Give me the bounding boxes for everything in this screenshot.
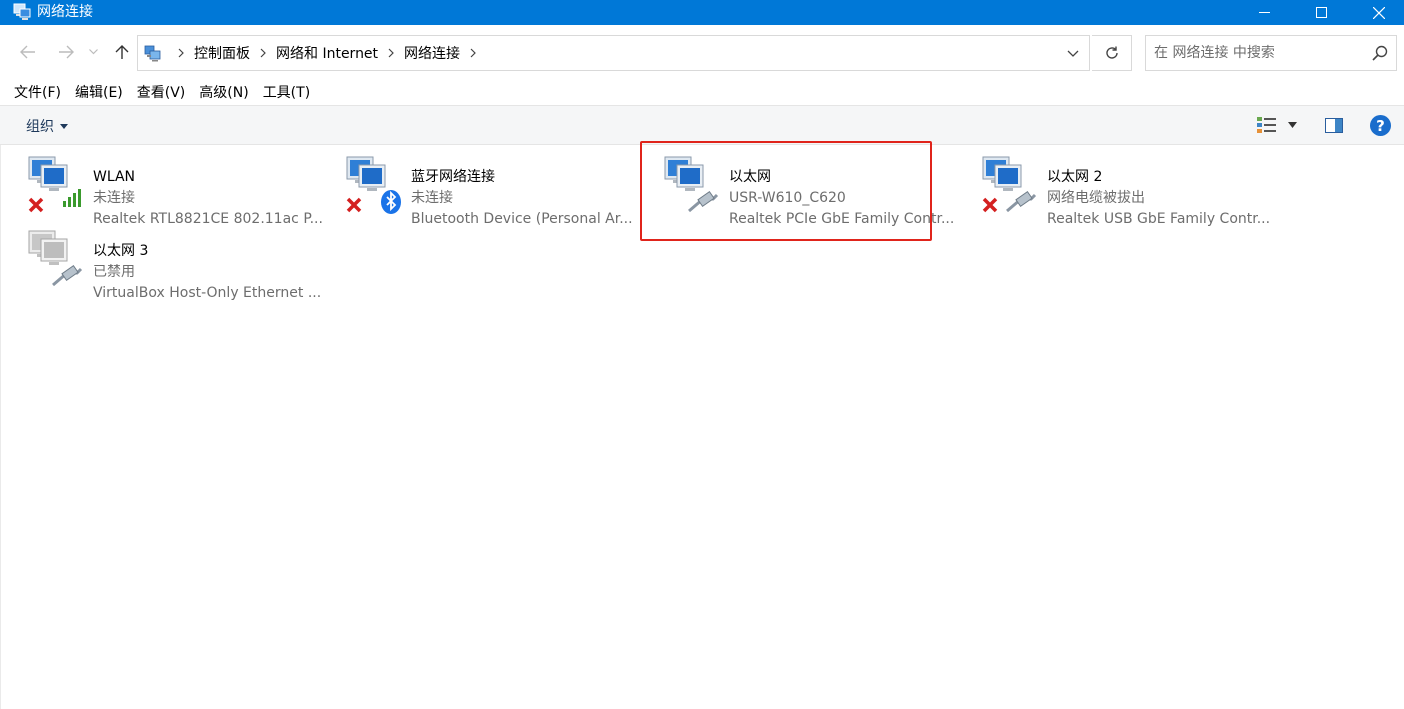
refresh-button[interactable] xyxy=(1092,35,1132,71)
address-dropdown-icon[interactable] xyxy=(1067,48,1079,58)
breadcrumb: 控制面板 网络和 Internet 网络连接 xyxy=(168,36,486,70)
chevron-right-icon[interactable] xyxy=(256,48,270,58)
menu-tools[interactable]: 工具(T) xyxy=(257,81,316,105)
organize-button[interactable]: 组织 xyxy=(26,116,68,136)
chevron-down-icon xyxy=(88,49,98,55)
network-cable-icon xyxy=(52,265,83,287)
connection-name: 以太网 xyxy=(729,169,771,185)
title-bar: 网络连接 xyxy=(0,0,1404,25)
maximize-button[interactable] xyxy=(1292,0,1350,25)
minimize-icon xyxy=(1258,12,1270,13)
red-x-icon xyxy=(346,197,362,213)
connection-status: 网络电缆被拔出 xyxy=(1047,190,1145,206)
breadcrumb-control-panel[interactable]: 控制面板 xyxy=(194,43,250,63)
forward-arrow-icon xyxy=(59,45,74,59)
chevron-right-icon[interactable] xyxy=(174,48,188,58)
refresh-icon xyxy=(1105,46,1118,59)
minimize-button[interactable] xyxy=(1235,0,1293,25)
connection-device: Realtek RTL8821CE 802.11ac P... xyxy=(93,211,323,227)
address-bar[interactable]: 控制面板 网络和 Internet 网络连接 xyxy=(137,35,1090,71)
breadcrumb-network-internet[interactable]: 网络和 Internet xyxy=(276,43,378,63)
up-arrow-icon xyxy=(115,45,129,59)
connection-name: 以太网 2 xyxy=(1047,169,1103,185)
forward-button[interactable] xyxy=(55,41,77,63)
bluetooth-icon xyxy=(381,190,401,214)
chevron-right-icon[interactable] xyxy=(384,48,398,58)
network-cable-icon xyxy=(1006,191,1037,213)
connection-status: 未连接 xyxy=(411,190,453,206)
connection-status: USR-W610_C620 xyxy=(729,190,846,206)
network-cable-icon xyxy=(688,191,719,213)
menu-advanced[interactable]: 高级(N) xyxy=(193,81,254,105)
recent-locations-button[interactable] xyxy=(86,41,100,63)
address-row: 控制面板 网络和 Internet 网络连接 xyxy=(0,25,1404,81)
connection-device: Bluetooth Device (Personal Ar... xyxy=(411,211,633,227)
help-button[interactable]: ? xyxy=(1370,115,1391,136)
connection-status: 已禁用 xyxy=(93,264,135,280)
back-button[interactable] xyxy=(17,41,39,63)
breadcrumb-network-connections[interactable]: 网络连接 xyxy=(404,43,460,63)
close-button[interactable] xyxy=(1350,0,1404,25)
menu-view[interactable]: 查看(V) xyxy=(131,81,192,105)
bluetooth-adapter-icon xyxy=(346,156,401,214)
connection-device: Realtek PCIe GbE Family Contr... xyxy=(729,211,955,227)
search-input[interactable] xyxy=(1154,42,1364,64)
back-arrow-icon xyxy=(20,45,35,59)
window-title: 网络连接 xyxy=(37,4,93,20)
search-icon[interactable] xyxy=(1372,45,1388,61)
up-button[interactable] xyxy=(111,41,133,63)
connection-name: 蓝牙网络连接 xyxy=(411,169,495,185)
red-x-icon xyxy=(982,197,998,213)
close-icon xyxy=(1373,6,1385,19)
chevron-right-icon[interactable] xyxy=(466,48,480,58)
organize-label: 组织 xyxy=(26,119,54,135)
ethernet-adapter-icon xyxy=(664,156,719,213)
change-view-icon[interactable] xyxy=(1256,116,1278,134)
view-options-dropdown-icon[interactable] xyxy=(1288,122,1297,128)
menu-edit[interactable]: 编辑(E) xyxy=(69,81,129,105)
menu-file[interactable]: 文件(F) xyxy=(8,81,67,105)
connection-item-wlan[interactable]: WLAN 未连接 Realtek RTL8821CE 802.11ac P... xyxy=(27,155,327,227)
control-panel-icon xyxy=(144,45,161,62)
red-x-icon xyxy=(28,197,44,213)
connection-item-ethernet-2[interactable]: 以太网 2 网络电缆被拔出 Realtek USB GbE Family Con… xyxy=(981,155,1281,227)
connection-device: VirtualBox Host-Only Ethernet ... xyxy=(93,285,322,301)
ethernet-adapter-icon xyxy=(982,156,1037,213)
connection-item-bluetooth[interactable]: 蓝牙网络连接 未连接 Bluetooth Device (Personal Ar… xyxy=(345,155,645,227)
network-connections-icon xyxy=(13,3,31,20)
connection-name: WLAN xyxy=(93,169,136,185)
menu-bar: 文件(F) 编辑(E) 查看(V) 高级(N) 工具(T) xyxy=(0,81,1404,105)
wifi-adapter-icon xyxy=(28,156,81,213)
connection-name: 以太网 3 xyxy=(93,243,149,259)
connections-list: WLAN 未连接 Realtek RTL8821CE 802.11ac P...… xyxy=(0,145,1404,709)
connection-item-ethernet[interactable]: 以太网 USR-W610_C620 Realtek PCIe GbE Famil… xyxy=(663,155,963,227)
connection-device: Realtek USB GbE Family Contr... xyxy=(1047,211,1271,227)
connection-item-ethernet-3[interactable]: 以太网 3 已禁用 VirtualBox Host-Only Ethernet … xyxy=(27,229,327,301)
search-box xyxy=(1145,35,1397,71)
preview-pane-icon[interactable] xyxy=(1325,118,1343,133)
maximize-icon xyxy=(1315,7,1327,18)
help-icon: ? xyxy=(1376,116,1385,135)
dropdown-arrow-icon xyxy=(60,123,68,129)
command-bar: 组织 ? xyxy=(0,105,1404,145)
connection-status: 未连接 xyxy=(93,190,135,206)
ethernet-adapter-disabled-icon xyxy=(28,230,83,287)
